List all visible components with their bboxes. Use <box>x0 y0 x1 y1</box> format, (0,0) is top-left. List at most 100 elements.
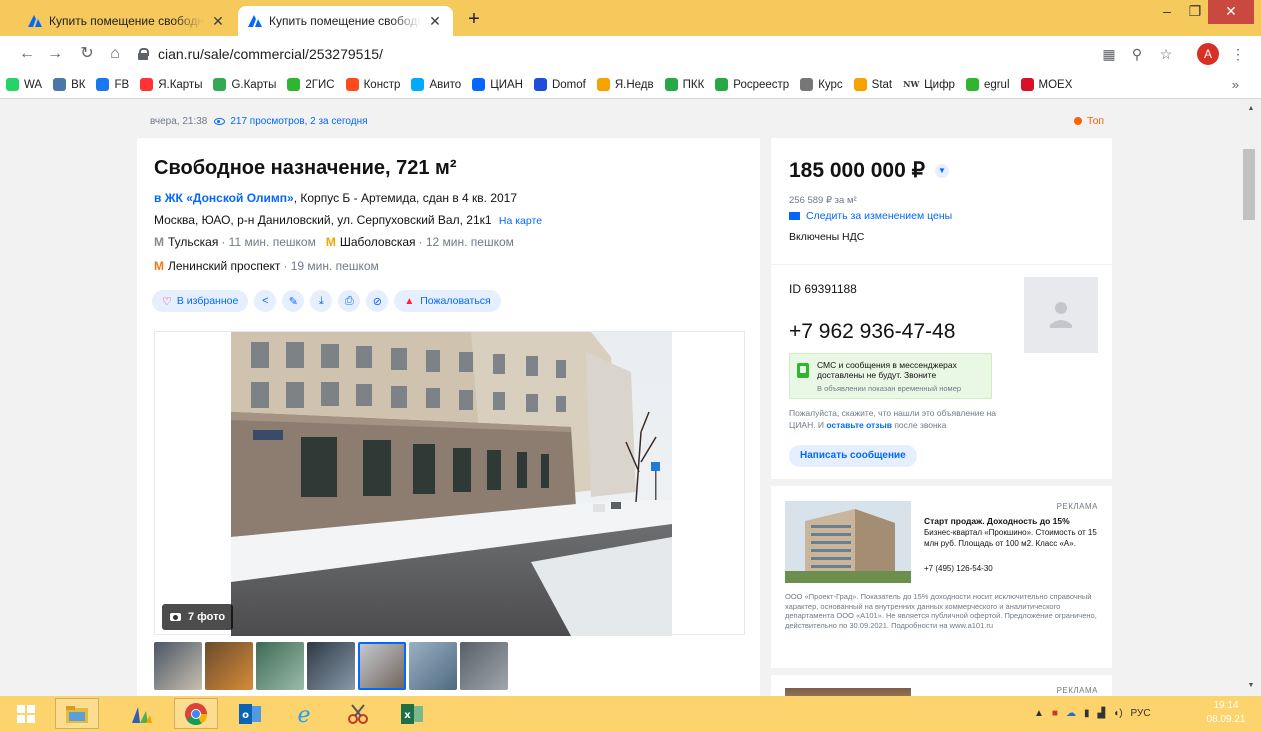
bookmark-item[interactable]: MOEX <box>1020 78 1072 91</box>
bookmark-item[interactable]: Я.Карты <box>140 78 202 91</box>
file-explorer-taskbar-button[interactable] <box>55 698 99 729</box>
bookmark-item[interactable]: egrul <box>965 78 1010 91</box>
language-indicator[interactable]: РУС <box>1131 708 1151 719</box>
battery-icon[interactable]: ▮ <box>1084 708 1090 719</box>
bookmark-item[interactable]: ВК <box>53 78 85 91</box>
photo-thumbnail[interactable] <box>256 642 304 690</box>
new-tab-button[interactable]: + <box>462 8 486 31</box>
windows-logo-icon <box>17 704 35 723</box>
profile-avatar[interactable]: A <box>1197 43 1219 65</box>
taskbar-clock[interactable]: 19:14 08.09.21 <box>1198 699 1254 727</box>
ad-phone[interactable]: +7 (495) 126-54-30 <box>924 564 993 573</box>
close-tab-icon[interactable]: ✕ <box>210 13 226 30</box>
photo-thumbnail[interactable] <box>460 642 508 690</box>
volume-icon[interactable]: ◖) <box>1113 708 1122 719</box>
restore-window-icon[interactable]: ❐ <box>1178 0 1212 24</box>
close-tab-icon[interactable]: ✕ <box>427 13 443 30</box>
scroll-up-arrow-icon[interactable]: ▲ <box>1241 102 1261 116</box>
photo-gallery[interactable]: 7 фото <box>154 331 745 636</box>
metro-station[interactable]: Тульская <box>168 235 218 249</box>
ad-title: Старт продаж. Доходность до 15% <box>924 516 1070 526</box>
bookmark-item[interactable]: G.Карты <box>213 78 276 91</box>
chrome-icon <box>185 702 207 725</box>
hide-button[interactable]: ⊘ <box>366 290 389 312</box>
chevron-down-icon[interactable]: ▼ <box>934 163 949 178</box>
bookmark-item[interactable]: Курс <box>800 78 843 91</box>
chart-app-taskbar-button[interactable] <box>120 698 164 729</box>
svg-text:x: x <box>404 710 411 721</box>
home-icon[interactable]: ⌂ <box>104 43 126 65</box>
follow-price-link[interactable]: Следить за изменением цены <box>789 210 952 222</box>
zoom-icon[interactable]: ⚲ <box>1125 43 1149 65</box>
bookmark-item[interactable]: WA <box>6 78 42 91</box>
bookmark-item[interactable]: NW Цифр <box>903 78 955 91</box>
photo-thumbnail[interactable] <box>154 642 202 690</box>
report-button[interactable]: ▲ Пожаловаться <box>394 290 501 312</box>
complex-line: в ЖК «Донской Олимп», Корпус Б - Артемид… <box>154 191 517 205</box>
photo-thumbnail[interactable] <box>205 642 253 690</box>
photo-thumbnail[interactable] <box>358 642 406 690</box>
write-message-button[interactable]: Написать сообщение <box>789 445 917 467</box>
ad-banner-2[interactable]: РЕКЛАМА <box>771 675 1112 696</box>
photo-thumbnail[interactable] <box>307 642 355 690</box>
translate-icon[interactable]: ▦ <box>1097 43 1121 65</box>
snipping-tool-taskbar-button[interactable] <box>336 698 380 729</box>
network-signal-icon[interactable]: ▟ <box>1097 708 1105 719</box>
scrollbar-thumb[interactable] <box>1243 149 1255 220</box>
bookmark-label: G.Карты <box>231 78 277 91</box>
ad-banner[interactable]: РЕКЛАМА Старт продаж. Доходность до 15% … <box>771 486 1112 668</box>
reload-icon[interactable]: ↻ <box>76 43 98 65</box>
edit-button[interactable]: ✎ <box>282 290 305 312</box>
tab-cian-1[interactable]: Купить помещение свободного назначения ✕ <box>18 6 236 36</box>
bookmark-item[interactable]: Росреестр <box>715 78 789 91</box>
forward-arrow-icon[interactable]: → <box>44 43 66 65</box>
antivirus-tray-icon[interactable]: ■ <box>1052 708 1058 719</box>
phone-number[interactable]: +7 962 936-47-48 <box>789 320 955 344</box>
views-count[interactable]: 217 просмотров, 2 за сегодня <box>230 116 367 127</box>
scroll-down-arrow-icon[interactable]: ▼ <box>1241 679 1261 693</box>
metro-station[interactable]: Ленинский проспект <box>168 259 280 273</box>
bookmark-item[interactable]: ПКК <box>664 78 704 91</box>
moex-icon <box>1020 78 1034 91</box>
rosreestr-icon <box>715 78 729 91</box>
page-scrollbar[interactable]: ▲ ▼ <box>1241 99 1261 696</box>
address-bar[interactable]: cian.ru/sale/commercial/253279515/ <box>138 41 1078 67</box>
address-line: Москва, ЮАО, р-н Даниловский, ул. Серпух… <box>154 213 542 227</box>
photo-count-label: 7 фото <box>188 611 226 623</box>
main-photo[interactable] <box>231 332 672 636</box>
bookmark-item[interactable]: Domof <box>533 78 586 91</box>
bookmark-item[interactable]: FB <box>96 78 129 91</box>
chrome-taskbar-button[interactable] <box>174 698 218 729</box>
photo-count-badge[interactable]: 7 фото <box>162 604 234 630</box>
excel-taskbar-button[interactable]: x <box>390 698 434 729</box>
close-window-icon[interactable]: ✕ <box>1208 0 1254 24</box>
favorite-button[interactable]: ♡ В избранное <box>152 290 249 312</box>
bookmarks-overflow-button[interactable]: » <box>1232 77 1239 92</box>
show-hidden-icons-icon[interactable]: ▲ <box>1034 708 1044 719</box>
internet-explorer-taskbar-button[interactable]: e <box>282 698 326 729</box>
outlook-taskbar-button[interactable]: o <box>228 698 272 729</box>
bookmark-item[interactable]: ЦИАН <box>472 78 523 91</box>
download-button[interactable]: ⤓ <box>310 290 333 312</box>
print-button[interactable]: ⎙ <box>338 290 361 312</box>
bookmark-item[interactable]: Stat <box>853 78 892 91</box>
complex-link[interactable]: в ЖК «Донской Олимп» <box>154 191 294 205</box>
ad-image[interactable] <box>785 501 911 583</box>
metro-station[interactable]: Шаболовская <box>340 235 416 249</box>
bookmark-item[interactable]: Я.Недв <box>596 78 654 91</box>
bookmark-item[interactable]: Авито <box>411 78 461 91</box>
cloud-tray-icon[interactable]: ☁ <box>1066 708 1076 719</box>
menu-kebab-icon[interactable]: ⋮ <box>1226 43 1250 65</box>
back-arrow-icon[interactable]: ← <box>16 43 38 65</box>
ad-image[interactable] <box>785 688 911 696</box>
bookmark-item[interactable]: 2ГИС <box>287 78 335 91</box>
bookmark-item[interactable]: Констр <box>345 78 400 91</box>
start-button[interactable] <box>4 698 48 729</box>
review-link[interactable]: оставьте отзыв <box>826 420 892 430</box>
photo-thumbnail[interactable] <box>409 642 457 690</box>
share-button[interactable]: < <box>254 290 277 312</box>
bookmark-star-icon[interactable]: ☆ <box>1154 43 1178 65</box>
internet-explorer-icon: e <box>297 703 310 726</box>
map-link[interactable]: На карте <box>499 215 542 227</box>
tab-cian-2-active[interactable]: Купить помещение свободного назначения ✕ <box>238 6 453 36</box>
